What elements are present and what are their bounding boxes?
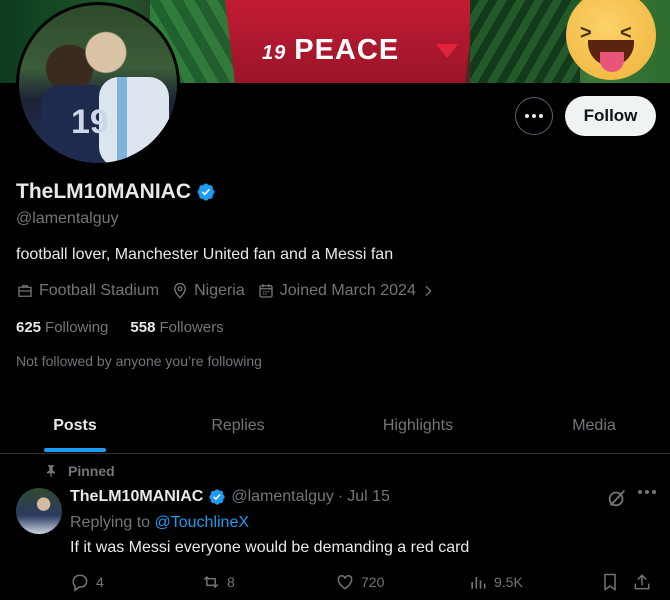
replying-to-mention[interactable]: @TouchlineX <box>155 514 250 531</box>
repost-button[interactable]: 8 <box>201 572 235 592</box>
tweet-author-name[interactable]: TheLM10MANIAC <box>70 488 203 506</box>
follow-button[interactable]: Follow <box>565 96 656 136</box>
avatar-jersey-number: 19 <box>71 103 109 141</box>
followers-count: 558 <box>130 319 156 336</box>
calendar-icon <box>259 284 273 298</box>
profile-avatar[interactable]: 19 <box>16 2 180 166</box>
banner-word: PEACE <box>294 34 400 66</box>
views-chart-icon <box>471 577 486 589</box>
tab-media[interactable]: Media <box>519 399 669 452</box>
share-button[interactable] <box>632 572 658 592</box>
banner-triangle <box>436 44 458 58</box>
tweet-separator: · <box>337 488 344 505</box>
tab-posts[interactable]: Posts <box>0 399 150 452</box>
tweet-actions: 4 8 720 9.5K <box>70 572 660 596</box>
tab-replies-label: Replies <box>211 416 265 434</box>
pinned-label-row: Pinned <box>44 463 115 479</box>
reply-button[interactable]: 4 <box>70 572 104 592</box>
profile-location-label: Nigeria <box>194 282 245 299</box>
more-dots-icon <box>525 114 543 118</box>
profile-handle: @lamentalguy <box>16 210 119 227</box>
profile-meta: Football Stadium Nigeria Joined March 20… <box>16 282 453 300</box>
profile-category: Football Stadium <box>16 282 159 300</box>
following-label: Following <box>45 319 109 336</box>
profile-joined[interactable]: Joined March 2024 <box>257 282 441 300</box>
followers-label: Followers <box>159 319 224 336</box>
tab-highlights[interactable]: Highlights <box>343 399 493 452</box>
following-count: 625 <box>16 319 42 336</box>
profile-bio: football lover, Manchester United fan an… <box>16 246 394 263</box>
pin-icon <box>46 465 56 478</box>
pinned-label: Pinned <box>68 463 115 479</box>
like-count: 720 <box>361 574 385 590</box>
reply-count: 4 <box>96 574 104 590</box>
profile-name-row: TheLM10MANIAC <box>16 180 216 204</box>
not-followed-notice: Not followed by anyone you’re following <box>16 353 262 369</box>
views-button[interactable]: 9.5K <box>468 572 523 592</box>
chevron-right-icon <box>425 285 432 297</box>
profile-tabs: Posts Replies Highlights Media <box>0 399 670 454</box>
grok-icon[interactable] <box>606 487 628 509</box>
location-pin-icon <box>174 282 186 299</box>
squinting-tongue-emoji-icon: > < <box>566 0 656 80</box>
bookmark-button[interactable] <box>600 572 626 592</box>
tweet-date[interactable]: Jul 15 <box>347 488 390 506</box>
profile-location: Nigeria <box>171 282 245 300</box>
replying-to-label: Replying to <box>70 514 151 531</box>
followers-link[interactable]: 558 Followers <box>130 319 223 336</box>
banner-text: 19 PEACE <box>262 34 399 67</box>
profile-joined-label: Joined March 2024 <box>279 282 416 299</box>
like-button[interactable]: 720 <box>335 572 384 592</box>
briefcase-icon <box>18 285 32 297</box>
share-icon <box>634 574 650 590</box>
profile-category-label: Football Stadium <box>39 282 160 299</box>
heart-icon <box>337 574 353 590</box>
more-options-button[interactable] <box>515 97 553 135</box>
profile-name: TheLM10MANIAC <box>16 180 192 203</box>
tab-posts-label: Posts <box>53 416 97 434</box>
replying-to-line: Replying to @TouchlineX <box>70 514 249 532</box>
banner-decoration <box>470 0 580 83</box>
verified-badge-icon[interactable] <box>208 488 226 506</box>
tweet-more-icon[interactable] <box>638 490 656 494</box>
banner-number: 19 <box>262 42 287 64</box>
tab-replies[interactable]: Replies <box>163 399 313 452</box>
tab-media-label: Media <box>572 416 616 434</box>
tweet-author-handle[interactable]: @lamentalguy <box>231 488 334 506</box>
following-link[interactable]: 625 Following <box>16 319 108 336</box>
repost-count: 8 <box>227 574 235 590</box>
verified-badge-icon[interactable] <box>196 182 216 202</box>
tweet-text: If it was Messi everyone would be demand… <box>70 539 470 556</box>
tweet-avatar[interactable] <box>16 488 62 534</box>
profile-stats: 625 Following 558 Followers <box>16 319 246 336</box>
views-count: 9.5K <box>494 574 523 590</box>
repost-icon <box>203 575 219 589</box>
tweet-header: TheLM10MANIAC @lamentalguy · Jul 15 <box>70 488 390 506</box>
bookmark-icon <box>604 573 616 591</box>
tab-highlights-label: Highlights <box>382 416 454 434</box>
active-tab-indicator <box>44 448 106 452</box>
reply-icon <box>72 574 88 592</box>
